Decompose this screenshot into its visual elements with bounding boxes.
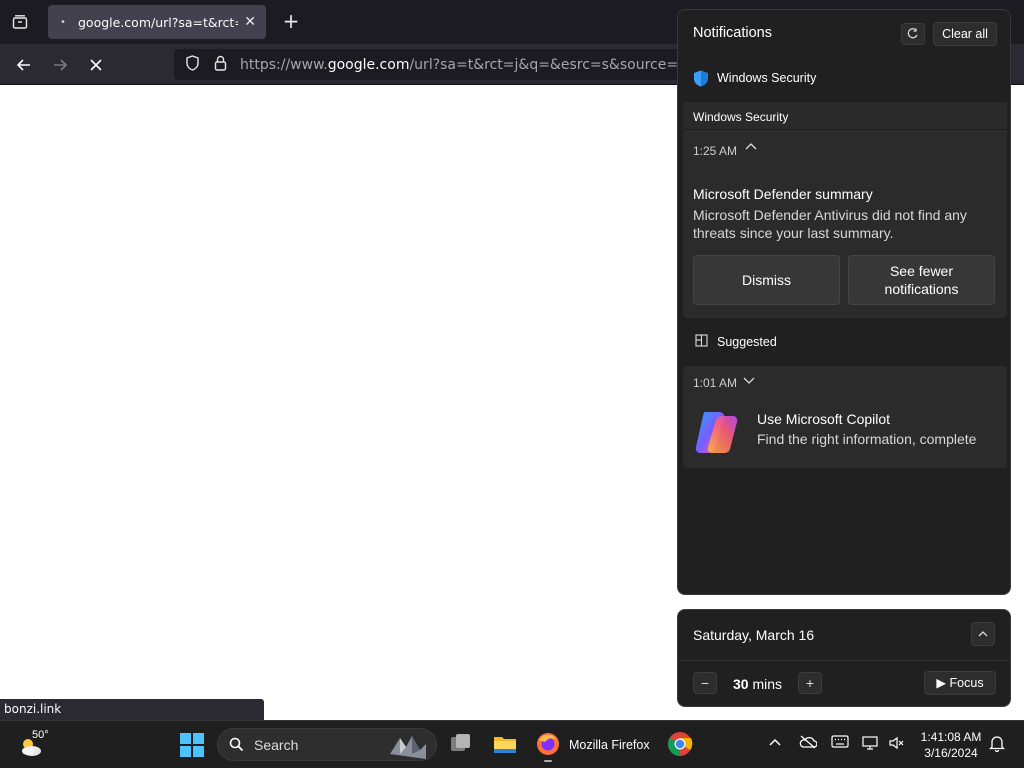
group-header-label: Windows Security xyxy=(693,110,789,124)
notification-title: Notifications xyxy=(693,25,772,41)
notification-headline: Microsoft Defender summary xyxy=(693,186,873,202)
active-indicator xyxy=(544,760,552,762)
focus-duration: 30 mins xyxy=(733,676,783,692)
copilot-notification-card[interactable]: 1:01 AM Use Microsoft Copilot Find the r… xyxy=(683,366,1007,468)
see-fewer-notifications-button[interactable]: See fewer notifications xyxy=(848,255,995,305)
suggested-row[interactable]: Suggested xyxy=(695,334,777,350)
group-header: Windows Security xyxy=(683,102,1007,130)
copilot-icon xyxy=(695,412,738,453)
notification-app-row[interactable]: Windows Security xyxy=(693,68,816,88)
task-view-icon[interactable] xyxy=(448,731,474,757)
notification-body: Microsoft Defender Antivirus did not fin… xyxy=(693,207,967,241)
shield-icon xyxy=(694,70,708,86)
search-highlight-icon xyxy=(390,736,426,759)
weather-widget[interactable]: 50° xyxy=(18,729,58,761)
keyboard-icon[interactable] xyxy=(831,735,849,751)
firefox-taskbar-button[interactable]: Mozilla Firefox xyxy=(534,727,654,763)
calendar-date[interactable]: Saturday, March 16 xyxy=(693,627,814,643)
focus-button[interactable]: ▶ Focus xyxy=(924,671,996,695)
chrome-icon[interactable] xyxy=(667,731,693,757)
search-label: Search xyxy=(254,737,299,753)
chevron-down-icon[interactable] xyxy=(743,375,755,388)
notification-headline: Use Microsoft Copilot xyxy=(757,411,891,427)
show-hidden-icons-button[interactable] xyxy=(768,735,782,750)
windows-start-icon[interactable] xyxy=(180,733,204,757)
tracking-protection-icon[interactable] xyxy=(184,54,200,75)
tab-title: google.com/url?sa=t&rct=j&q xyxy=(78,14,238,30)
dismiss-button[interactable]: Dismiss xyxy=(693,255,840,305)
chevron-up-icon[interactable] xyxy=(745,142,757,155)
volume-muted-icon[interactable] xyxy=(888,735,906,754)
close-tab-icon[interactable]: ✕ xyxy=(244,14,256,30)
notification-time: 1:01 AM xyxy=(693,376,738,390)
new-tab-button[interactable]: + xyxy=(280,10,302,34)
notification-body: Find the right information, complete xyxy=(757,431,977,447)
temperature: 50° xyxy=(32,729,49,741)
app-name: Windows Security xyxy=(717,71,817,85)
firefox-label: Mozilla Firefox xyxy=(569,738,650,752)
decrease-focus-time-button[interactable]: − xyxy=(693,672,717,694)
clear-all-button[interactable]: Clear all xyxy=(933,22,997,46)
chevron-up-icon[interactable] xyxy=(971,622,995,646)
taskbar: 50° Search Mozilla Firefox 1:41:08 AM 3/… xyxy=(0,720,1024,768)
suggested-icon xyxy=(695,334,709,350)
file-explorer-icon[interactable] xyxy=(492,731,518,757)
divider xyxy=(678,660,1010,661)
network-icon[interactable] xyxy=(862,735,880,754)
increase-focus-time-button[interactable]: + xyxy=(798,672,822,694)
back-button[interactable] xyxy=(11,52,37,78)
onedrive-icon[interactable] xyxy=(799,735,818,752)
defender-notification-card[interactable]: Windows Security 1:25 AM Microsoft Defen… xyxy=(683,102,1007,318)
system-clock[interactable]: 1:41:08 AM 3/16/2024 xyxy=(918,729,984,761)
notification-bell-icon[interactable] xyxy=(988,735,1006,755)
browser-tab[interactable]: • google.com/url?sa=t&rct=j&q ✕ xyxy=(48,5,266,39)
lock-icon[interactable] xyxy=(212,55,228,75)
link-status-tooltip: bonzi.link xyxy=(0,699,264,720)
do-not-disturb-button[interactable] xyxy=(901,23,925,45)
clock-time: 1:41:08 AM xyxy=(920,730,982,744)
forward-button[interactable] xyxy=(47,52,73,78)
tab-overview-icon[interactable] xyxy=(8,10,32,34)
firefox-icon xyxy=(537,733,559,755)
notification-center: Notifications Clear all Windows Security… xyxy=(677,9,1011,595)
stop-loading-button[interactable] xyxy=(83,52,109,78)
notification-header: Notifications Clear all xyxy=(678,10,1010,58)
loading-dot-icon: • xyxy=(60,16,66,28)
play-icon: ▶ xyxy=(936,676,947,690)
url-text: https://www.google.com/url?sa=t&rct=j&q=… xyxy=(240,56,747,73)
notification-time: 1:25 AM xyxy=(693,144,738,158)
clock-date: 3/16/2024 xyxy=(924,746,978,760)
taskbar-search[interactable]: Search xyxy=(217,728,437,761)
search-icon xyxy=(229,737,244,755)
calendar-panel: Saturday, March 16 − 30 mins + ▶ Focus xyxy=(677,609,1011,707)
suggested-label: Suggested xyxy=(717,335,777,349)
